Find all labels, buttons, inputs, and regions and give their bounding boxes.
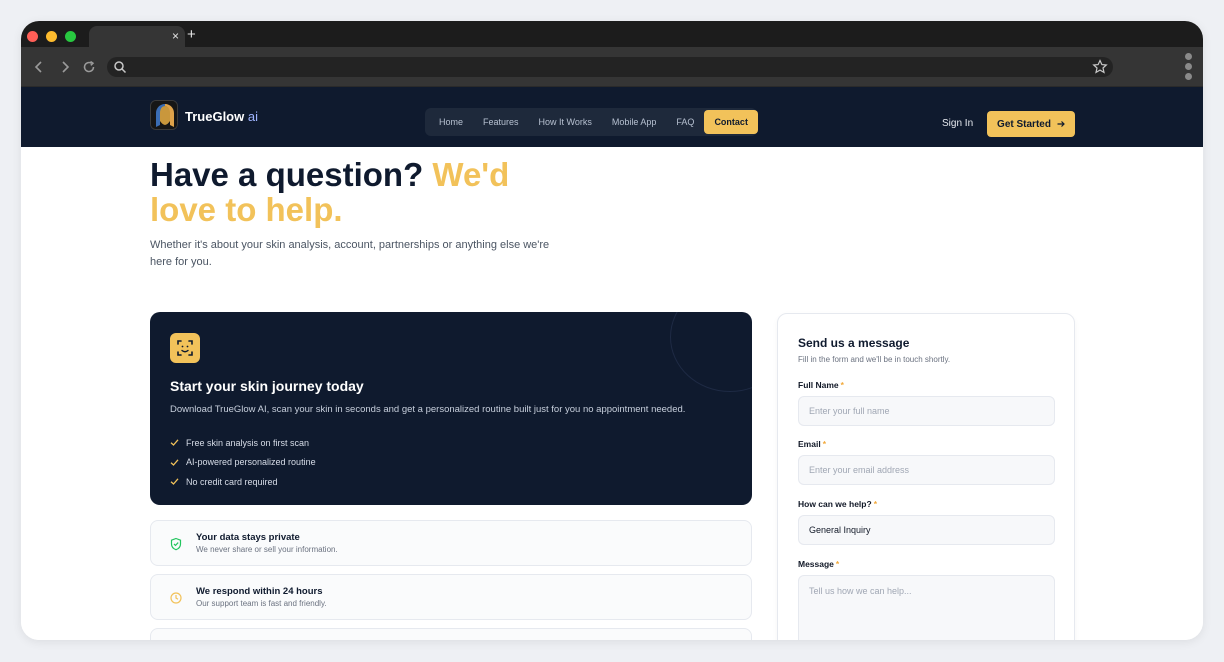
maximize-window-button[interactable] [65,31,76,42]
page-subtitle: Whether it's about your skin analysis, a… [150,239,550,268]
browser-menu-icon[interactable] [1185,53,1193,81]
promo-feature-item: Free skin analysis on first scan [170,433,316,453]
forward-arrow-icon[interactable] [57,59,73,75]
check-icon [170,439,179,447]
face-scan-icon [170,333,200,363]
required-mark: * [835,559,840,569]
info-box-subtitle: We never share or sell your information. [196,545,338,554]
email-label: Email * [798,439,826,449]
promo-feature-item: AI-powered personalized routine [170,453,316,473]
promo-feature-text: No credit card required [186,476,278,487]
required-mark: * [840,380,844,390]
page-title: Have a question? We'd love to help. [150,157,570,227]
brand-name-text: TrueGlow [185,109,245,124]
nav-mobile-app[interactable]: Mobile App [602,110,667,134]
new-tab-button[interactable]: + [187,26,196,44]
message-label: Message * [798,559,840,569]
promo-card: Start your skin journey today Download T… [150,312,752,505]
minimize-window-button[interactable] [46,31,57,42]
topic-label: How can we help? * [798,499,877,509]
info-box-title: We respond within 24 hours [196,586,323,597]
promo-feature-list: Free skin analysis on first scan AI-powe… [170,433,316,492]
contact-form: Send us a message Fill in the form and w… [777,313,1075,640]
sign-in-link[interactable]: Sign In [942,118,973,129]
clock-icon [170,592,182,604]
message-placeholder: Tell us how we can help... [809,586,912,596]
form-subtitle: Fill in the form and we'll be in touch s… [798,355,951,364]
search-icon [114,61,127,74]
reload-icon[interactable] [81,59,97,75]
browser-toolbar [21,47,1203,87]
info-box-title: Your data stays private [196,532,300,543]
browser-window: × + TrueGlow ai Home Features How It Wor… [21,21,1203,640]
title-dark-part: Have a question? [150,156,424,193]
browser-tab[interactable]: × [89,26,185,47]
site-header: TrueGlow ai Home Features How It Works M… [21,87,1203,147]
info-box-privacy: Your data stays private We never share o… [150,520,752,566]
arrow-right-icon [1057,121,1065,127]
info-box-subtitle: Our support team is fast and friendly. [196,599,327,608]
bookmark-star-icon[interactable] [1091,58,1109,76]
address-bar[interactable] [107,57,1113,77]
get-started-label: Get Started [997,118,1051,130]
promo-feature-item: No credit card required [170,472,316,492]
topic-select[interactable]: General Inquiry [798,515,1055,545]
title-bar: × + [21,21,1203,47]
decorative-ring [670,312,752,392]
nav-faq[interactable]: FAQ [666,110,704,134]
full-name-label: Full Name * [798,380,844,390]
full-name-placeholder: Enter your full name [809,406,890,416]
nav-contact[interactable]: Contact [704,110,758,134]
back-arrow-icon[interactable] [31,59,47,75]
promo-title: Start your skin journey today [170,378,364,394]
brand-suffix: ai [244,109,258,124]
check-icon [170,459,179,466]
nav-how-it-works[interactable]: How It Works [529,110,602,134]
check-icon [170,478,179,486]
get-started-button[interactable]: Get Started [987,111,1075,137]
promo-feature-text: AI-powered personalized routine [186,457,316,468]
message-textarea[interactable]: Tell us how we can help... [798,575,1055,640]
info-box-response: We respond within 24 hours Our support t… [150,574,752,620]
shield-icon [170,537,182,551]
page-viewport: TrueGlow ai Home Features How It Works M… [21,87,1203,640]
promo-description: Download TrueGlow AI, scan your skin in … [170,404,686,415]
required-mark: * [822,439,826,449]
info-box-partial [150,628,752,640]
nav-features[interactable]: Features [473,110,529,134]
close-window-button[interactable] [27,31,38,42]
required-mark: * [873,499,877,509]
email-placeholder: Enter your email address [809,465,910,475]
form-title: Send us a message [798,336,910,350]
nav-home[interactable]: Home [429,110,473,134]
full-name-input[interactable]: Enter your full name [798,396,1055,426]
email-input[interactable]: Enter your email address [798,455,1055,485]
face-logo-icon [151,101,177,129]
topic-selected-value: General Inquiry [809,525,871,535]
promo-feature-text: Free skin analysis on first scan [186,437,310,448]
tab-close-icon[interactable]: × [172,28,179,44]
brand-name[interactable]: TrueGlow ai [185,109,258,124]
main-nav: Home Features How It Works Mobile App FA… [425,108,758,136]
brand-logo[interactable] [150,100,178,130]
